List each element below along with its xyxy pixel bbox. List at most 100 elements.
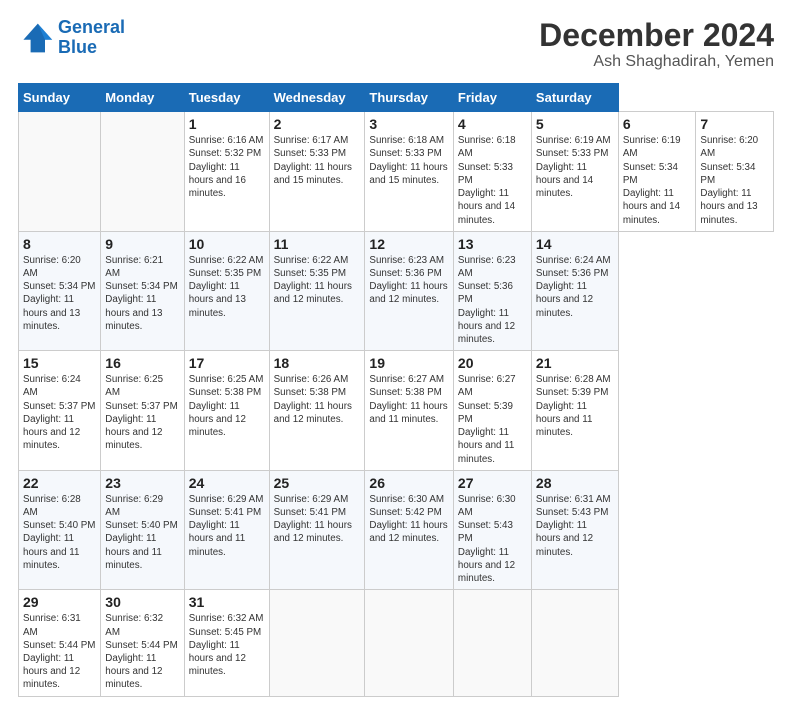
logo: General Blue: [18, 18, 125, 58]
calendar-table: SundayMondayTuesdayWednesdayThursdayFrid…: [18, 83, 774, 696]
calendar-cell: 15 Sunrise: 6:24 AMSunset: 5:37 PMDaylig…: [19, 351, 101, 471]
calendar-cell: 9 Sunrise: 6:21 AMSunset: 5:34 PMDayligh…: [101, 231, 184, 351]
calendar-cell: 19 Sunrise: 6:27 AMSunset: 5:38 PMDaylig…: [365, 351, 454, 471]
header-cell-sunday: Sunday: [19, 84, 101, 112]
header-cell-saturday: Saturday: [531, 84, 618, 112]
calendar-week-5: 29 Sunrise: 6:31 AMSunset: 5:44 PMDaylig…: [19, 590, 774, 696]
day-number: 4: [458, 116, 527, 132]
day-info: Sunrise: 6:24 AMSunset: 5:36 PMDaylight:…: [536, 254, 614, 320]
header-cell-tuesday: Tuesday: [184, 84, 269, 112]
calendar-cell: 31 Sunrise: 6:32 AMSunset: 5:45 PMDaylig…: [184, 590, 269, 696]
header-cell-thursday: Thursday: [365, 84, 454, 112]
day-number: 23: [105, 475, 179, 491]
day-number: 31: [189, 594, 265, 610]
calendar-cell: 7 Sunrise: 6:20 AMSunset: 5:34 PMDayligh…: [696, 112, 774, 232]
day-number: 21: [536, 355, 614, 371]
day-info: Sunrise: 6:19 AMSunset: 5:34 PMDaylight:…: [623, 134, 692, 227]
calendar-cell: 5 Sunrise: 6:19 AMSunset: 5:33 PMDayligh…: [531, 112, 618, 232]
calendar-cell: 4 Sunrise: 6:18 AMSunset: 5:33 PMDayligh…: [453, 112, 531, 232]
day-info: Sunrise: 6:25 AMSunset: 5:37 PMDaylight:…: [105, 373, 179, 452]
day-info: Sunrise: 6:27 AMSunset: 5:39 PMDaylight:…: [458, 373, 527, 466]
day-info: Sunrise: 6:31 AMSunset: 5:43 PMDaylight:…: [536, 493, 614, 559]
day-info: Sunrise: 6:24 AMSunset: 5:37 PMDaylight:…: [23, 373, 96, 452]
day-number: 10: [189, 236, 265, 252]
day-number: 3: [369, 116, 449, 132]
day-info: Sunrise: 6:20 AMSunset: 5:34 PMDaylight:…: [700, 134, 769, 227]
subtitle: Ash Shaghadirah, Yemen: [539, 53, 774, 71]
day-info: Sunrise: 6:22 AMSunset: 5:35 PMDaylight:…: [274, 254, 361, 307]
logo-icon: [18, 20, 54, 56]
day-info: Sunrise: 6:30 AMSunset: 5:43 PMDaylight:…: [458, 493, 527, 586]
calendar-cell: 27 Sunrise: 6:30 AMSunset: 5:43 PMDaylig…: [453, 470, 531, 590]
day-info: Sunrise: 6:25 AMSunset: 5:38 PMDaylight:…: [189, 373, 265, 439]
calendar-cell: 13 Sunrise: 6:23 AMSunset: 5:36 PMDaylig…: [453, 231, 531, 351]
calendar-cell: 1 Sunrise: 6:16 AMSunset: 5:32 PMDayligh…: [184, 112, 269, 232]
calendar-cell: [453, 590, 531, 696]
day-number: 26: [369, 475, 449, 491]
day-number: 12: [369, 236, 449, 252]
calendar-cell: [531, 590, 618, 696]
calendar-cell: 18 Sunrise: 6:26 AMSunset: 5:38 PMDaylig…: [269, 351, 365, 471]
calendar-cell: 14 Sunrise: 6:24 AMSunset: 5:36 PMDaylig…: [531, 231, 618, 351]
calendar-cell: 10 Sunrise: 6:22 AMSunset: 5:35 PMDaylig…: [184, 231, 269, 351]
day-number: 8: [23, 236, 96, 252]
logo-general: General: [58, 17, 125, 37]
calendar-cell: [101, 112, 184, 232]
day-number: 19: [369, 355, 449, 371]
day-info: Sunrise: 6:20 AMSunset: 5:34 PMDaylight:…: [23, 254, 96, 333]
header-cell-friday: Friday: [453, 84, 531, 112]
day-number: 28: [536, 475, 614, 491]
day-number: 7: [700, 116, 769, 132]
day-info: Sunrise: 6:29 AMSunset: 5:41 PMDaylight:…: [189, 493, 265, 559]
calendar-cell: 30 Sunrise: 6:32 AMSunset: 5:44 PMDaylig…: [101, 590, 184, 696]
day-number: 18: [274, 355, 361, 371]
day-number: 11: [274, 236, 361, 252]
day-number: 1: [189, 116, 265, 132]
day-number: 5: [536, 116, 614, 132]
day-info: Sunrise: 6:23 AMSunset: 5:36 PMDaylight:…: [369, 254, 449, 307]
day-info: Sunrise: 6:30 AMSunset: 5:42 PMDaylight:…: [369, 493, 449, 546]
calendar-cell: 17 Sunrise: 6:25 AMSunset: 5:38 PMDaylig…: [184, 351, 269, 471]
day-number: 6: [623, 116, 692, 132]
day-info: Sunrise: 6:32 AMSunset: 5:45 PMDaylight:…: [189, 612, 265, 678]
day-info: Sunrise: 6:21 AMSunset: 5:34 PMDaylight:…: [105, 254, 179, 333]
header-cell-wednesday: Wednesday: [269, 84, 365, 112]
calendar-cell: 22 Sunrise: 6:28 AMSunset: 5:40 PMDaylig…: [19, 470, 101, 590]
day-number: 17: [189, 355, 265, 371]
day-number: 22: [23, 475, 96, 491]
day-info: Sunrise: 6:16 AMSunset: 5:32 PMDaylight:…: [189, 134, 265, 200]
logo-text: General Blue: [58, 18, 125, 58]
day-info: Sunrise: 6:18 AMSunset: 5:33 PMDaylight:…: [369, 134, 449, 187]
calendar-body: 1 Sunrise: 6:16 AMSunset: 5:32 PMDayligh…: [19, 112, 774, 696]
calendar-week-4: 22 Sunrise: 6:28 AMSunset: 5:40 PMDaylig…: [19, 470, 774, 590]
calendar-cell: 6 Sunrise: 6:19 AMSunset: 5:34 PMDayligh…: [618, 112, 696, 232]
calendar-cell: 11 Sunrise: 6:22 AMSunset: 5:35 PMDaylig…: [269, 231, 365, 351]
calendar-cell: 2 Sunrise: 6:17 AMSunset: 5:33 PMDayligh…: [269, 112, 365, 232]
calendar-cell: 12 Sunrise: 6:23 AMSunset: 5:36 PMDaylig…: [365, 231, 454, 351]
day-info: Sunrise: 6:28 AMSunset: 5:40 PMDaylight:…: [23, 493, 96, 572]
calendar-cell: [19, 112, 101, 232]
calendar-cell: 25 Sunrise: 6:29 AMSunset: 5:41 PMDaylig…: [269, 470, 365, 590]
day-number: 29: [23, 594, 96, 610]
calendar-cell: 24 Sunrise: 6:29 AMSunset: 5:41 PMDaylig…: [184, 470, 269, 590]
calendar-cell: 20 Sunrise: 6:27 AMSunset: 5:39 PMDaylig…: [453, 351, 531, 471]
day-number: 27: [458, 475, 527, 491]
day-info: Sunrise: 6:32 AMSunset: 5:44 PMDaylight:…: [105, 612, 179, 691]
calendar-cell: [269, 590, 365, 696]
day-number: 9: [105, 236, 179, 252]
day-number: 25: [274, 475, 361, 491]
calendar-week-3: 15 Sunrise: 6:24 AMSunset: 5:37 PMDaylig…: [19, 351, 774, 471]
calendar-cell: 23 Sunrise: 6:29 AMSunset: 5:40 PMDaylig…: [101, 470, 184, 590]
main-title: December 2024: [539, 18, 774, 53]
calendar-week-2: 8 Sunrise: 6:20 AMSunset: 5:34 PMDayligh…: [19, 231, 774, 351]
day-info: Sunrise: 6:31 AMSunset: 5:44 PMDaylight:…: [23, 612, 96, 691]
calendar-cell: 28 Sunrise: 6:31 AMSunset: 5:43 PMDaylig…: [531, 470, 618, 590]
calendar-cell: [365, 590, 454, 696]
day-info: Sunrise: 6:29 AMSunset: 5:41 PMDaylight:…: [274, 493, 361, 546]
day-info: Sunrise: 6:28 AMSunset: 5:39 PMDaylight:…: [536, 373, 614, 439]
day-number: 14: [536, 236, 614, 252]
title-block: December 2024 Ash Shaghadirah, Yemen: [539, 18, 774, 71]
calendar-cell: 29 Sunrise: 6:31 AMSunset: 5:44 PMDaylig…: [19, 590, 101, 696]
day-number: 20: [458, 355, 527, 371]
day-number: 24: [189, 475, 265, 491]
